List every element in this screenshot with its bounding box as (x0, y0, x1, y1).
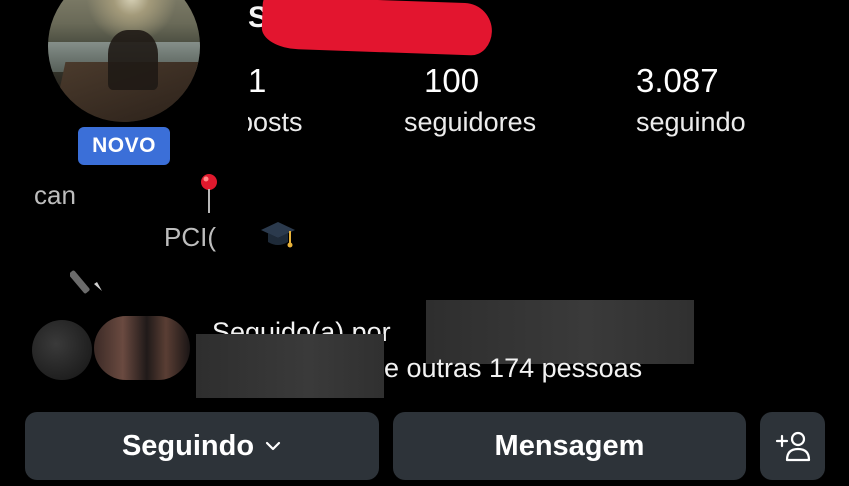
stat-following[interactable]: 3.087 seguindo (636, 62, 796, 138)
add-person-button[interactable] (760, 412, 825, 480)
new-badge: NOVO (78, 127, 170, 165)
stat-posts-value: 1 (248, 62, 267, 99)
pen-icon (70, 270, 102, 294)
pin-icon (201, 174, 217, 213)
message-button-label: Mensagem (494, 429, 645, 462)
following-button[interactable]: Seguindo (25, 412, 379, 480)
stat-following-value: 3.087 (636, 62, 719, 99)
profile-avatar[interactable] (48, 0, 200, 122)
stat-followers-value: 100 (424, 62, 480, 99)
follower-avatar-1[interactable] (32, 320, 92, 380)
message-button[interactable]: Mensagem (393, 412, 746, 480)
follower-avatar-2[interactable] (94, 316, 190, 380)
bio-line-2: PCI( (164, 222, 216, 252)
followed-by-suffix[interactable]: e outras 174 pessoas (384, 352, 642, 384)
chevron-down-icon (265, 441, 281, 451)
graduation-cap-icon (261, 222, 295, 248)
redaction-box-2 (196, 334, 384, 398)
following-button-label: Seguindo (121, 429, 255, 462)
bio-line-1: can (34, 180, 76, 210)
stat-posts-label: posts (248, 107, 303, 137)
add-person-icon (775, 431, 810, 462)
stat-posts[interactable]: 1 (248, 62, 348, 100)
stat-posts-label-wrap: posts (248, 106, 338, 138)
stat-followers-label: seguidores (404, 107, 537, 137)
stat-followers[interactable]: 100 seguidores (404, 62, 574, 138)
stat-following-label: seguindo (636, 107, 746, 137)
avatar-person (108, 30, 158, 90)
redaction-scribble (261, 0, 493, 56)
